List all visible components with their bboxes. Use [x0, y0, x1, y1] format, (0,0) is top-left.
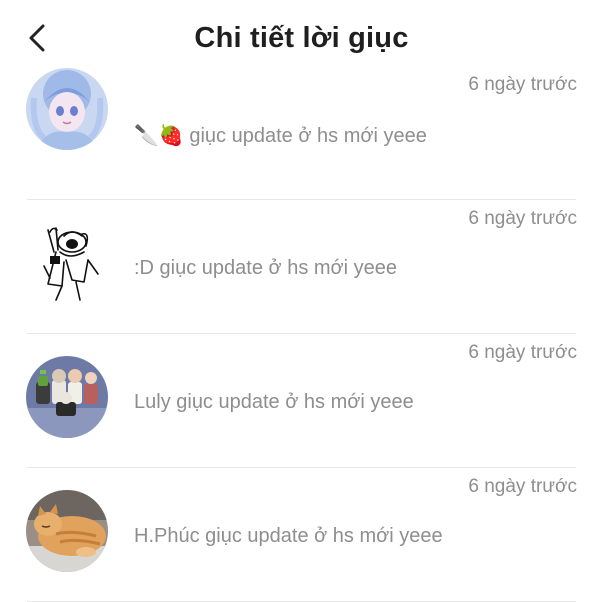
timestamp: 6 ngày trước [468, 476, 577, 497]
toy-figures-avatar-image [26, 356, 108, 438]
list-item[interactable]: 6 ngày trước Luly giục update ở hs mới y… [0, 334, 603, 468]
reminder-list: 6 ngày trước 🔪🍓 giục update ở hs mới yee… [0, 66, 603, 602]
page-title: Chi tiết lời giục [194, 22, 409, 54]
message-text: Luly giục update ở hs mới yeee [134, 391, 414, 413]
message-text: :D giục update ở hs mới yeee [134, 257, 398, 279]
avatar[interactable] [26, 356, 108, 438]
orange-cat-avatar-image [26, 490, 108, 572]
timestamp: 6 ngày trước [468, 342, 577, 363]
list-item[interactable]: 6 ngày trước :D giục update ở hs mới yee… [0, 200, 603, 334]
timestamp: 6 ngày trước [468, 208, 577, 229]
avatar[interactable] [26, 490, 108, 572]
message-text: H.Phúc giục update ở hs mới yeee [134, 525, 443, 547]
avatar[interactable] [26, 68, 108, 150]
timestamp: 6 ngày trước [468, 74, 577, 95]
anime-blue-hair-avatar-image [26, 68, 108, 150]
sketch-character-avatar-image [26, 222, 108, 304]
message-text: 🔪🍓 giục update ở hs mới yeee [134, 125, 427, 147]
list-item[interactable]: 6 ngày trước 🔪🍓 giục update ở hs mới yee… [0, 66, 603, 200]
avatar[interactable] [26, 222, 108, 304]
list-item[interactable]: 6 ngày trước H.Phúc giục update ở hs mới… [0, 468, 603, 602]
